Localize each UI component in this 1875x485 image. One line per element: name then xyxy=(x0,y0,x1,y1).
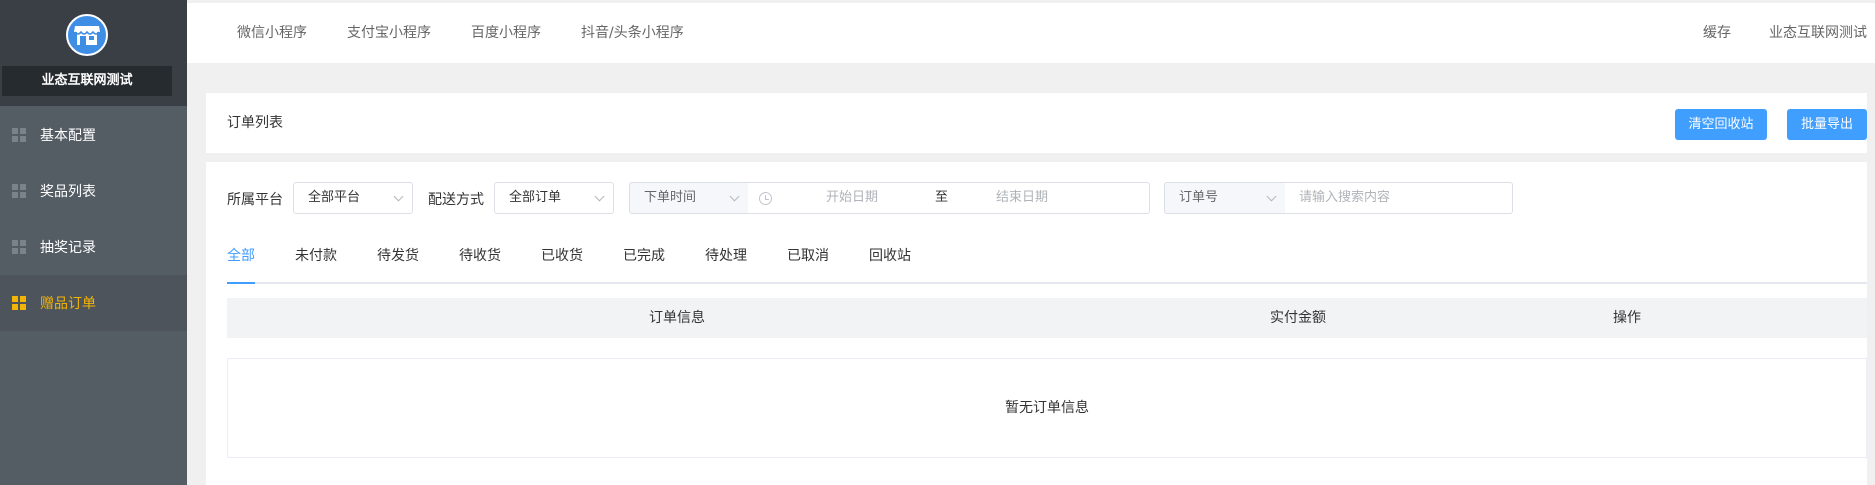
chevron-down-icon xyxy=(1266,191,1277,202)
tab-to-receive[interactable]: 待收货 xyxy=(459,246,501,266)
tab-alipay-miniprogram[interactable]: 支付宝小程序 xyxy=(347,3,431,63)
order-list-header: 订单列表 清空回收站 批量导出 xyxy=(206,93,1867,153)
search-type-select[interactable]: 订单号 xyxy=(1164,182,1286,214)
tab-completed[interactable]: 已完成 xyxy=(623,246,665,266)
tab-cancelled[interactable]: 已取消 xyxy=(787,246,829,266)
sidebar-item-label: 抽奖记录 xyxy=(40,240,96,256)
tab-all[interactable]: 全部 xyxy=(227,246,255,266)
search-type-value: 订单号 xyxy=(1179,190,1219,205)
table-header: 订单信息 实付金额 操作 xyxy=(227,298,1867,338)
end-date-input[interactable]: 结束日期 xyxy=(996,183,1048,213)
batch-export-button[interactable]: 批量导出 xyxy=(1787,109,1867,140)
cache-link[interactable]: 缓存 xyxy=(1703,3,1731,63)
tab-douyin-miniprogram[interactable]: 抖音/头条小程序 xyxy=(581,3,684,63)
grid-icon xyxy=(12,128,26,142)
start-date-input[interactable]: 开始日期 xyxy=(826,183,878,213)
chevron-down-icon xyxy=(594,191,605,202)
tab-unpaid[interactable]: 未付款 xyxy=(295,246,337,266)
sidebar: 业态互联网测试 基本配置 奖品列表 抽奖记录 赠品订单 xyxy=(0,0,187,485)
sidebar-item-basic-config[interactable]: 基本配置 xyxy=(0,107,187,163)
tab-to-ship[interactable]: 待发货 xyxy=(377,246,419,266)
tab-received[interactable]: 已收货 xyxy=(541,246,583,266)
sidebar-item-gift-orders[interactable]: 赠品订单 xyxy=(0,275,187,331)
delivery-label: 配送方式 xyxy=(428,192,484,208)
shop-logo-icon xyxy=(66,14,108,56)
active-tab-indicator xyxy=(227,282,255,284)
grid-icon xyxy=(12,184,26,198)
search-input[interactable]: 请输入搜索内容 xyxy=(1285,182,1513,214)
tab-wechat-miniprogram[interactable]: 微信小程序 xyxy=(237,3,307,63)
order-list-panel: 所属平台 全部平台 配送方式 全部订单 下单时间 开始日期 至 结束日期 订单号… xyxy=(206,162,1867,485)
grid-icon xyxy=(12,296,26,310)
status-tabs: 全部 未付款 待发货 待收货 已收货 已完成 待处理 已取消 回收站 xyxy=(227,246,1867,284)
tab-recycle-bin[interactable]: 回收站 xyxy=(869,246,911,266)
column-actions: 操作 xyxy=(1613,310,1641,326)
sidebar-item-label: 赠品订单 xyxy=(40,296,96,312)
grid-icon xyxy=(12,240,26,254)
sidebar-item-lottery-records[interactable]: 抽奖记录 xyxy=(0,219,187,275)
account-name[interactable]: 业态互联网测试 xyxy=(1769,3,1867,63)
tab-pending[interactable]: 待处理 xyxy=(705,246,747,266)
sidebar-item-prize-list[interactable]: 奖品列表 xyxy=(0,163,187,219)
chevron-down-icon xyxy=(729,191,740,202)
time-type-value: 下单时间 xyxy=(644,190,697,205)
delivery-select-value: 全部订单 xyxy=(509,190,562,205)
range-separator: 至 xyxy=(935,190,949,205)
empty-state: 暂无订单信息 xyxy=(227,358,1867,458)
platform-select[interactable]: 全部平台 xyxy=(293,182,413,214)
date-range-picker[interactable]: 开始日期 至 结束日期 xyxy=(748,182,1150,214)
clear-recycle-button[interactable]: 清空回收站 xyxy=(1675,109,1767,140)
tab-baidu-miniprogram[interactable]: 百度小程序 xyxy=(471,3,541,63)
delivery-select[interactable]: 全部订单 xyxy=(494,182,614,214)
sidebar-header: 业态互联网测试 xyxy=(0,0,187,106)
column-order-info: 订单信息 xyxy=(649,310,705,326)
sidebar-item-label: 基本配置 xyxy=(40,128,96,144)
column-paid-amount: 实付金额 xyxy=(1270,310,1326,326)
sidebar-item-label: 奖品列表 xyxy=(40,184,96,200)
clock-icon xyxy=(759,192,772,205)
top-bar: 微信小程序 支付宝小程序 百度小程序 抖音/头条小程序 缓存 业态互联网测试 xyxy=(187,3,1875,63)
shop-name: 业态互联网测试 xyxy=(2,66,172,96)
platform-select-value: 全部平台 xyxy=(308,190,361,205)
page-title: 订单列表 xyxy=(227,115,283,131)
time-type-select[interactable]: 下单时间 xyxy=(629,182,749,214)
chevron-down-icon xyxy=(393,191,404,202)
platform-label: 所属平台 xyxy=(227,192,283,208)
